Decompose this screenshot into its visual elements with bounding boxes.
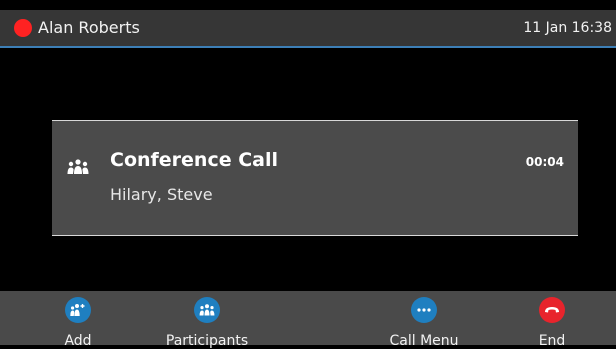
call-participants: Hilary, Steve — [110, 185, 213, 204]
participants-button[interactable]: Participants — [147, 291, 267, 349]
active-call-card[interactable]: Conference Call Hilary, Steve 00:04 — [52, 120, 578, 236]
hang-up-icon — [539, 297, 565, 323]
add-label: Add — [64, 333, 92, 349]
more-icon — [411, 297, 437, 323]
participants-label: Participants — [165, 333, 249, 349]
call-timer: 00:04 — [525, 155, 564, 169]
status-bar: Alan Roberts 11 Jan 16:38 — [0, 10, 616, 48]
softkey-bar: Add Participants Call Menu End — [0, 291, 616, 349]
add-participant-icon — [65, 297, 91, 323]
caller-name: Alan Roberts — [38, 18, 140, 37]
add-button[interactable]: Add — [18, 291, 138, 349]
participants-icon — [194, 297, 220, 323]
end-call-button[interactable]: End — [492, 291, 612, 349]
date-time: 11 Jan 16:38 — [523, 20, 612, 36]
end-label: End — [538, 333, 566, 349]
call-title: Conference Call — [110, 149, 279, 171]
call-menu-button[interactable]: Call Menu — [364, 291, 484, 349]
presence-status-icon — [14, 19, 32, 37]
conference-icon — [66, 159, 90, 175]
call-menu-label: Call Menu — [389, 333, 459, 349]
